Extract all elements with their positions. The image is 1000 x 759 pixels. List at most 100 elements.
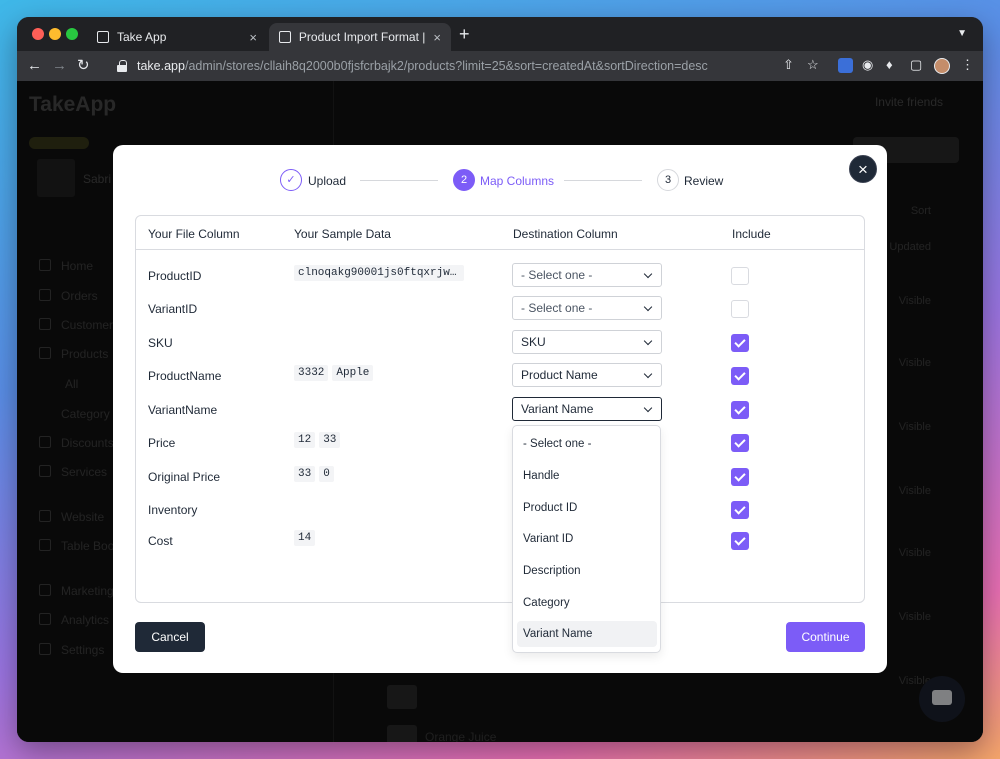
tab-take-app[interactable]: Take App ×: [87, 23, 267, 51]
sample-chip: Apple: [332, 365, 374, 381]
tab-strip: Take App × Product Import Format | Take …: [17, 17, 983, 51]
close-window-button[interactable]: [32, 28, 44, 40]
tab-search-chevron-icon[interactable]: ▼: [957, 28, 967, 39]
destination-select[interactable]: - Select one -: [512, 296, 662, 320]
extension-badge-icon[interactable]: [838, 58, 853, 73]
table-header: Your File Column Your Sample Data Destin…: [136, 216, 864, 250]
table-row: Price 12 33: [136, 426, 864, 459]
sample-chip: 33: [294, 466, 316, 482]
step-divider: [360, 180, 438, 181]
include-checkbox[interactable]: [731, 401, 749, 419]
include-checkbox[interactable]: [731, 532, 749, 550]
share-icon[interactable]: ⇧: [783, 58, 794, 72]
include-checkbox[interactable]: [731, 367, 749, 385]
tab-close-icon[interactable]: ×: [249, 30, 257, 45]
sample-chip: 33: [319, 432, 341, 448]
header-sample-data: Your Sample Data: [294, 227, 391, 241]
file-column-name: SKU: [148, 336, 173, 350]
dropdown-option[interactable]: Handle: [517, 463, 657, 489]
forward-arrow-icon[interactable]: →: [52, 57, 67, 75]
destination-dropdown-menu: - Select one - Handle Product ID Variant…: [512, 425, 661, 653]
cancel-button[interactable]: Cancel: [135, 622, 205, 652]
tab-product-import[interactable]: Product Import Format | Take A ×: [269, 23, 451, 51]
reload-icon[interactable]: ↻: [77, 57, 90, 75]
sample-data: 14: [294, 530, 316, 546]
step-map-number: 2: [453, 169, 475, 191]
include-checkbox[interactable]: [731, 501, 749, 519]
side-panel-icon[interactable]: ▢: [910, 58, 922, 72]
step-map-columns-label: Map Columns: [480, 174, 555, 188]
store-favicon-icon: [97, 31, 109, 43]
more-menu-icon[interactable]: ⋮: [961, 58, 974, 72]
step-upload-check-icon: ✓: [280, 169, 302, 191]
dropdown-option[interactable]: Product ID: [517, 495, 657, 521]
table-row: SKU SKU: [136, 326, 864, 359]
include-checkbox[interactable]: [731, 267, 749, 285]
table-row: VariantName Variant Name: [136, 393, 864, 426]
import-modal: × ✓ Upload 2 Map Columns 3 Review Your F…: [113, 145, 887, 673]
table-row: Cost 14: [136, 524, 864, 557]
include-checkbox[interactable]: [731, 468, 749, 486]
sample-data: 33 0: [294, 466, 334, 482]
dropdown-option[interactable]: - Select one -: [517, 431, 657, 457]
sample-chip: 0: [319, 466, 334, 482]
file-column-name: Price: [148, 436, 176, 450]
destination-select[interactable]: SKU: [512, 330, 662, 354]
tab-title: Product Import Format | Take A: [298, 30, 426, 44]
browser-toolbar: ← → ↻ take.app/admin/stores/cllaih8q2000…: [17, 51, 983, 81]
file-column-name: VariantID: [148, 302, 198, 316]
background-page: TakeApp Invite friends Sabri Home Orders…: [17, 81, 983, 742]
step-review-label: Review: [684, 174, 724, 188]
back-arrow-icon[interactable]: ←: [27, 57, 42, 75]
minimize-window-button[interactable]: [49, 28, 61, 40]
include-checkbox[interactable]: [731, 434, 749, 452]
maximize-window-button[interactable]: [66, 28, 78, 40]
chevron-down-icon: [643, 403, 653, 413]
extensions-puzzle-icon[interactable]: ♦: [886, 58, 893, 72]
new-tab-button[interactable]: +: [459, 25, 470, 43]
continue-button[interactable]: Continue: [786, 622, 865, 652]
file-column-name: Original Price: [148, 470, 221, 484]
sample-data: clnoqakg90001js0ftqxrjw9d ...: [294, 265, 464, 281]
file-column-name: Cost: [148, 534, 173, 548]
table-row: Original Price 33 0: [136, 460, 864, 493]
profile-avatar[interactable]: [934, 58, 950, 74]
header-destination-column: Destination Column: [513, 227, 618, 241]
step-review-number: 3: [657, 169, 679, 191]
address-bar[interactable]: take.app/admin/stores/cllaih8q2000b0fjsf…: [107, 53, 832, 79]
destination-select[interactable]: Product Name: [512, 363, 662, 387]
chevron-down-icon: [643, 336, 653, 346]
file-column-name: ProductName: [148, 369, 222, 383]
store-favicon-icon: [279, 31, 291, 43]
sample-data: 3332 Apple: [294, 365, 374, 381]
table-row: VariantID - Select one -: [136, 292, 864, 325]
column-mapping-table: Your File Column Your Sample Data Destin…: [135, 215, 865, 603]
destination-select[interactable]: Variant Name: [512, 397, 662, 421]
step-divider: [564, 180, 642, 181]
dropdown-option[interactable]: Variant ID: [517, 526, 657, 552]
sample-data: 12 33: [294, 432, 341, 448]
bookmark-star-icon[interactable]: ☆: [807, 58, 819, 72]
tab-close-icon[interactable]: ×: [433, 30, 441, 45]
file-column-name: Inventory: [148, 503, 198, 517]
dropdown-option-selected[interactable]: Variant Name: [517, 621, 657, 647]
extension-circle-icon[interactable]: ◉: [862, 58, 873, 72]
import-stepper: ✓ Upload 2 Map Columns 3 Review: [113, 165, 887, 195]
include-checkbox[interactable]: [731, 300, 749, 318]
chevron-down-icon: [643, 302, 653, 312]
table-row: ProductName 3332 Apple Product Name: [136, 359, 864, 392]
sample-chip: 12: [294, 432, 316, 448]
table-row: Inventory: [136, 493, 864, 526]
include-checkbox[interactable]: [731, 334, 749, 352]
sample-chip: 3332: [294, 365, 329, 381]
file-column-name: VariantName: [148, 403, 218, 417]
url-text: take.app/admin/stores/cllaih8q2000b0fjsf…: [137, 59, 708, 73]
header-file-column: Your File Column: [148, 227, 240, 241]
destination-select[interactable]: - Select one -: [512, 263, 662, 287]
sample-chip: 14: [294, 530, 316, 546]
dropdown-option[interactable]: Description: [517, 558, 657, 584]
file-column-name: ProductID: [148, 269, 202, 283]
header-include: Include: [732, 227, 771, 241]
lock-icon: [117, 60, 127, 72]
dropdown-option[interactable]: Category: [517, 590, 657, 616]
